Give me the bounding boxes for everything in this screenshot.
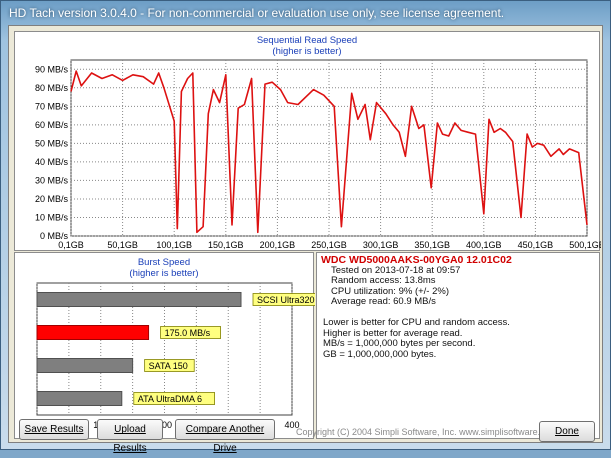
- y-tick-label: 90 MB/s: [35, 64, 69, 74]
- burst-bar-label: ATA UltraDMA 6: [138, 394, 202, 404]
- window-title: HD Tach version 3.0.4.0 - For non-commer…: [9, 6, 505, 20]
- x-tick-label: 450,1GB: [518, 240, 554, 250]
- y-tick-label: 80 MB/s: [35, 83, 69, 93]
- x-tick-label: 150,1GB: [208, 240, 244, 250]
- app-window: HD Tach version 3.0.4.0 - For non-commer…: [0, 0, 611, 454]
- burst-bar: [36, 325, 150, 340]
- client-area: Sequential Read Speed (higher is better)…: [8, 25, 603, 443]
- save-results-button[interactable]: Save Results: [19, 419, 89, 440]
- x-tick-label: 400,1GB: [466, 240, 502, 250]
- x-tick-label: 50,1GB: [107, 240, 138, 250]
- y-tick-label: 30 MB/s: [35, 175, 69, 185]
- note-cpu: Lower is better for CPU and random acces…: [323, 316, 510, 328]
- burst-chart: 050100150200250300350400SCSI Ultra320175…: [34, 282, 315, 430]
- y-tick-label: 60 MB/s: [35, 120, 69, 130]
- y-tick-label: 10 MB/s: [35, 212, 69, 222]
- x-tick-label: 500,1GB: [569, 240, 601, 250]
- sequential-chart-panel: Sequential Read Speed (higher is better)…: [14, 31, 601, 251]
- results-panel: WDC WD5000AAKS-00YGA0 12.01C02 Tested on…: [316, 252, 600, 439]
- x-tick-label: 100,1GB: [156, 240, 192, 250]
- burst-bar-label: 175.0 MB/s: [165, 328, 211, 338]
- compare-another-drive-button[interactable]: Compare Another Drive: [175, 419, 275, 454]
- x-tick-label: 300,1GB: [363, 240, 399, 250]
- copyright-text: Copyright (C) 2004 Simpli Software, Inc.…: [296, 427, 558, 437]
- burst-bar: [36, 358, 134, 373]
- x-tick-label: 250,1GB: [311, 240, 347, 250]
- upload-results-button[interactable]: Upload Results: [97, 419, 163, 454]
- burst-bar: [36, 391, 123, 406]
- burst-bar-label: SATA 150: [149, 361, 188, 371]
- average-read: Average read: 60.9 MB/s: [331, 296, 436, 308]
- y-tick-label: 40 MB/s: [35, 157, 69, 167]
- burst-chart-panel: Burst Speed (higher is better) 050100150…: [14, 252, 315, 439]
- sequential-chart: 0 MB/s10 MB/s20 MB/s30 MB/s40 MB/s50 MB/…: [35, 59, 601, 250]
- burst-bar: [36, 292, 242, 307]
- done-button[interactable]: Done: [539, 421, 595, 442]
- y-tick-label: 50 MB/s: [35, 138, 69, 148]
- x-tick-label: 200,1GB: [260, 240, 296, 250]
- y-tick-label: 70 MB/s: [35, 101, 69, 111]
- drive-name: WDC WD5000AAKS-00YGA0 12.01C02: [321, 254, 512, 266]
- burst-bar-label: SCSI Ultra320: [257, 295, 315, 305]
- y-tick-label: 20 MB/s: [35, 194, 69, 204]
- x-tick-label: 0,1GB: [58, 240, 84, 250]
- note-gb: GB = 1,000,000,000 bytes.: [323, 348, 437, 360]
- x-tick-label: 350,1GB: [414, 240, 450, 250]
